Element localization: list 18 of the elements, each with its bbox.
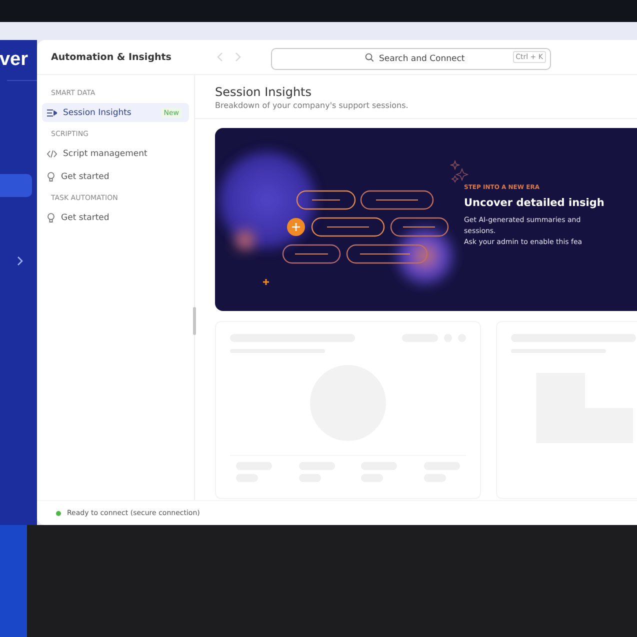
- search-icon: [365, 53, 374, 62]
- back-icon[interactable]: [217, 52, 223, 62]
- banner-title: Uncover detailed insigh: [464, 197, 606, 209]
- forward-icon[interactable]: [235, 52, 241, 62]
- chevron-right-icon[interactable]: [17, 256, 23, 266]
- sidebar-item[interactable]: Get started: [42, 208, 189, 227]
- page-subtitle: Breakdown of your company's support sessions.: [215, 101, 410, 110]
- nav-item[interactable]: [0, 174, 32, 197]
- scrollbar[interactable]: [193, 307, 196, 335]
- sidebar-item[interactable]: Get started: [42, 167, 189, 186]
- page-title: Session Insights: [215, 85, 313, 99]
- list-icon: [47, 108, 57, 116]
- status-dot-icon: [56, 510, 61, 516]
- lightbulb-icon: [47, 212, 55, 222]
- lightbulb-icon: [47, 172, 55, 182]
- window-title: Automation & Insights: [50, 52, 172, 62]
- code-icon: [47, 150, 57, 158]
- sidebar-item[interactable]: Script management: [42, 144, 189, 163]
